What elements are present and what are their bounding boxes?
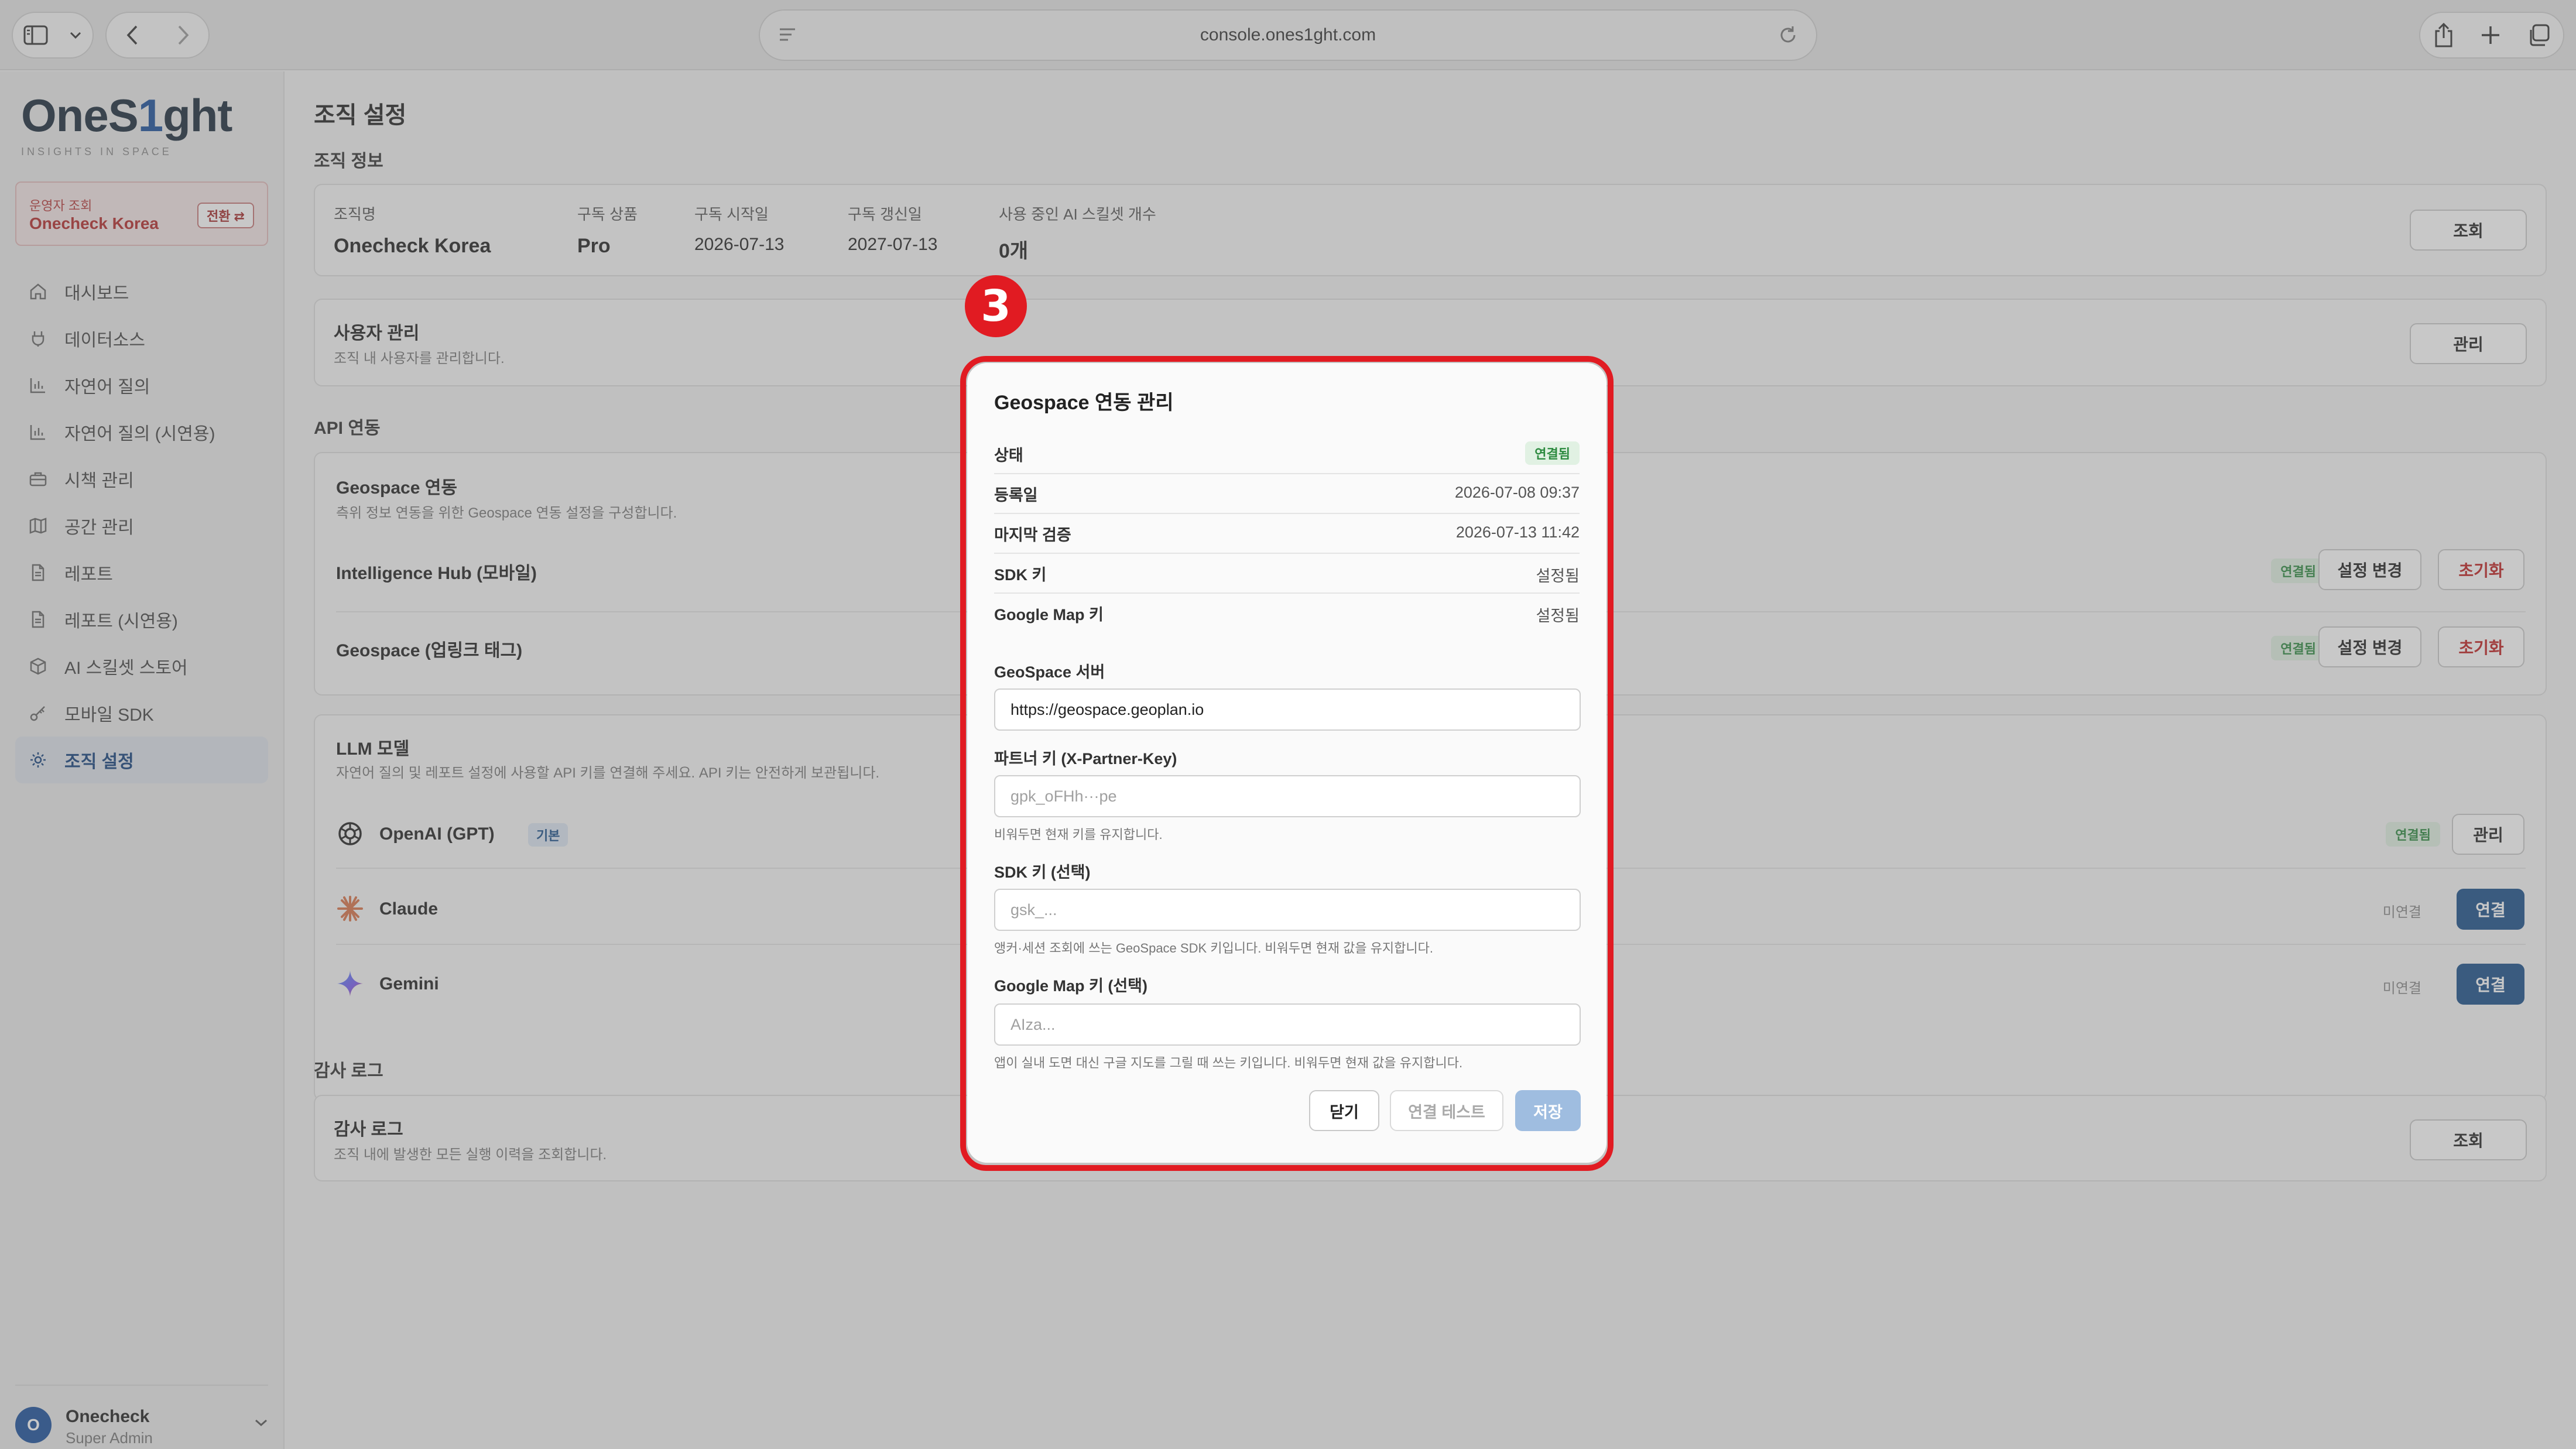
gmap-key-help: 앱이 실내 도면 대신 구글 지도를 그릴 때 쓰는 키입니다. 비워두면 현재… bbox=[994, 1056, 1463, 1070]
step-number-badge: 3 bbox=[965, 275, 1027, 337]
gmap-key-label: Google Map 키 bbox=[994, 606, 1104, 624]
verified-label: 마지막 검증 bbox=[994, 526, 1071, 544]
save-button[interactable]: 저장 bbox=[1515, 1090, 1581, 1131]
sdk-key-row: SDK 키 설정됨 bbox=[994, 554, 1580, 594]
gmap-key-input[interactable]: AIza... bbox=[994, 1003, 1581, 1046]
partner-key-input[interactable]: gpk_oFHh···pe bbox=[994, 775, 1581, 817]
geospace-modal: Geospace 연동 관리 상태 연결됨 등록일 2026-07-08 09:… bbox=[967, 363, 1606, 1163]
verified-value: 2026-07-13 11:42 bbox=[1455, 523, 1580, 541]
gmap-key-value: 설정됨 bbox=[1536, 607, 1580, 625]
sdk-key-help: 앵커·세션 조회에 쓰는 GeoSpace SDK 키입니다. 비워두면 현재 … bbox=[994, 941, 1434, 955]
sdk-key-value: 설정됨 bbox=[1536, 567, 1580, 585]
status-row: 상태 연결됨 bbox=[994, 434, 1580, 474]
verified-row: 마지막 검증 2026-07-13 11:42 bbox=[994, 514, 1580, 554]
partner-key-help: 비워두면 현재 키를 유지합니다. bbox=[994, 827, 1163, 842]
registered-value: 2026-07-08 09:37 bbox=[1454, 484, 1580, 501]
sdk-key-label: SDK 키 bbox=[994, 566, 1047, 584]
server-field-label: GeoSpace 서버 bbox=[994, 663, 1105, 681]
test-connection-button[interactable]: 연결 테스트 bbox=[1390, 1090, 1503, 1131]
gmap-key-row: Google Map 키 설정됨 bbox=[994, 594, 1580, 633]
sdk-key-input[interactable]: gsk_... bbox=[994, 889, 1581, 931]
sdk-key-field-label: SDK 키 (선택) bbox=[994, 864, 1091, 881]
registered-label: 등록일 bbox=[994, 487, 1038, 504]
registered-row: 등록일 2026-07-08 09:37 bbox=[994, 474, 1580, 514]
status-badge: 연결됨 bbox=[1525, 441, 1580, 465]
gmap-key-field-label: Google Map 키 (선택) bbox=[994, 977, 1148, 995]
server-input[interactable]: https://geospace.geoplan.io bbox=[994, 688, 1581, 731]
modal-title: Geospace 연동 관리 bbox=[994, 392, 1174, 414]
partner-key-label: 파트너 키 (X-Partner-Key) bbox=[994, 750, 1177, 768]
close-button[interactable]: 닫기 bbox=[1309, 1090, 1379, 1131]
status-label: 상태 bbox=[994, 447, 1023, 464]
